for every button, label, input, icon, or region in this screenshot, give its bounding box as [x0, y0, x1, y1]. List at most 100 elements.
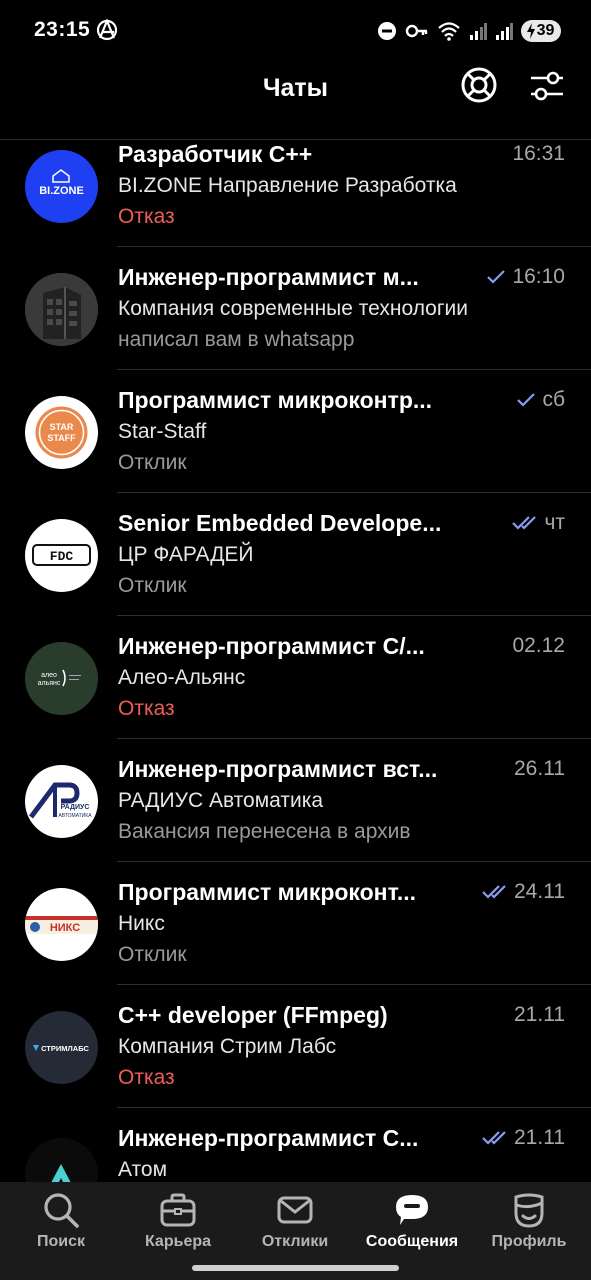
company-avatar [25, 1138, 98, 1182]
company-avatar: BI.ZONE [25, 150, 98, 223]
nav-search[interactable]: Поиск [2, 1182, 120, 1262]
chat-title: Инженер-программист С... [118, 1125, 419, 1151]
battery-indicator: 39 [521, 20, 561, 42]
chat-row[interactable]: НИКС Программист микроконт... 24.11 Никс… [0, 862, 591, 985]
nav-label: Отклики [261, 1233, 329, 1250]
chat-title: Senior Embedded Develope... [118, 510, 442, 536]
svg-text:альянс: альянс [38, 680, 61, 687]
key-icon [405, 24, 428, 38]
chat-company: BI.ZONE Направление Разработка [118, 174, 457, 197]
streamlabs-logo-icon: СТРИМЛАБС [33, 1044, 90, 1053]
status-icons: 39 [377, 18, 561, 44]
chat-meta: 16:10 [486, 262, 565, 292]
chat-list[interactable]: BI.ZONE Разработчик С++ 16:31 BI.ZONE На… [0, 141, 591, 1182]
chat-time: 24.11 [514, 880, 565, 903]
avatar-text: FDC [50, 549, 74, 564]
filter-sliders-icon[interactable] [527, 66, 567, 106]
chat-time: 21.11 [514, 1003, 565, 1026]
page-title: Чаты [262, 74, 329, 102]
company-avatar: алео альянс [25, 642, 98, 715]
chat-time: 21.11 [514, 1126, 565, 1149]
star-staff-logo-icon: STAR STAFF [35, 406, 88, 459]
company-avatar: FDC [25, 519, 98, 592]
svg-text:РАДИУС: РАДИУС [61, 804, 90, 811]
battery-level: 39 [536, 22, 555, 39]
chat-row[interactable]: FDC Senior Embedded Develope... чт ЦР ФА… [0, 493, 591, 616]
double-check-icon [482, 1131, 506, 1145]
chat-meta: 21.11 [482, 1123, 565, 1153]
chat-row[interactable]: BI.ZONE Разработчик С++ 16:31 BI.ZONE На… [0, 141, 591, 247]
building-logo-icon [25, 273, 98, 346]
signal-icon-1 [470, 23, 487, 40]
company-avatar: STAR STAFF [25, 396, 98, 469]
charging-icon [526, 23, 535, 39]
niks-logo-icon: НИКС [25, 916, 98, 934]
atom-logo-icon [51, 1164, 71, 1182]
svg-text:STAR: STAR [50, 422, 74, 432]
company-avatar: СТРИМЛАБС [25, 1011, 98, 1084]
svg-text:алео: алео [41, 672, 57, 679]
chat-title: C++ developer (FFmpeg) [118, 1002, 388, 1028]
nav-profile[interactable]: Профиль [470, 1182, 588, 1262]
chat-row[interactable]: алео альянс Инженер-программист С/... 02… [0, 616, 591, 739]
signal-icon-2 [496, 23, 513, 40]
support-lifebuoy-icon[interactable] [459, 65, 499, 105]
search-icon [44, 1193, 79, 1228]
chat-title: Инженер-программист м... [118, 264, 419, 290]
bizone-logo-icon: BI.ZONE [39, 169, 84, 197]
chat-time: 02.12 [512, 634, 565, 657]
chat-row[interactable]: РАДИУС АВТОМАТИКА Инженер-программист вс… [0, 739, 591, 862]
chat-bubble-icon [396, 1195, 428, 1225]
company-avatar [25, 273, 98, 346]
chat-company: Star-Staff [118, 420, 207, 443]
chat-title: Программист микроконтр... [118, 387, 433, 413]
chat-status: Отказ [118, 697, 175, 720]
anarchy-icon [96, 19, 118, 41]
chat-time: сб [542, 388, 565, 411]
chat-status: Отклик [118, 574, 187, 597]
chat-meta: 24.11 [482, 877, 565, 907]
home-indicator[interactable] [192, 1265, 399, 1271]
chat-row[interactable]: СТРИМЛАБС C++ developer (FFmpeg) 21.11 К… [0, 985, 591, 1108]
read-check-icon [487, 270, 506, 284]
double-check-icon [482, 885, 506, 899]
double-check-icon [512, 516, 537, 530]
chat-company: Компания Стрим Лабс [118, 1035, 337, 1058]
chat-status: Вакансия перенесена в архив [118, 820, 411, 843]
aleo-logo-icon: алео альянс [38, 669, 81, 687]
nav-career[interactable]: Карьера [119, 1182, 237, 1262]
nav-label: Поиск [36, 1233, 85, 1250]
nav-label: Сообщения [365, 1233, 459, 1250]
chat-time: 16:10 [512, 265, 565, 288]
chat-company: Компания современные технологии [118, 297, 468, 320]
chat-title: Инженер-программист вст... [118, 756, 438, 782]
chat-row[interactable]: Инженер-программист С... 21.11 Атом [0, 1108, 591, 1182]
chat-row[interactable]: Инженер-программист м... 16:10 Компания … [0, 247, 591, 370]
nav-responses[interactable]: Отклики [236, 1182, 354, 1262]
wifi-icon [438, 22, 460, 41]
company-avatar: РАДИУС АВТОМАТИКА [25, 765, 98, 838]
mail-icon [277, 1196, 313, 1224]
briefcase-icon [160, 1193, 196, 1227]
status-time: 23:15 [34, 18, 91, 41]
chat-status: Отказ [118, 205, 175, 228]
chat-status: Отклик [118, 451, 187, 474]
nav-messages[interactable]: Сообщения [353, 1182, 471, 1262]
nav-label: Профиль [491, 1233, 567, 1250]
radius-logo-icon: РАДИУС АВТОМАТИКА [29, 782, 92, 819]
dnd-icon [378, 22, 396, 40]
chat-time: 26.11 [514, 757, 565, 780]
chat-title: Инженер-программист С/... [118, 633, 425, 659]
profile-icon [514, 1193, 544, 1228]
chat-title: Разработчик С++ [118, 141, 313, 167]
chat-time: чт [544, 511, 565, 534]
fdc-logo-icon: FDC [32, 544, 91, 566]
status-bar: 23:15 39 [0, 0, 591, 60]
chat-title: Программист микроконт... [118, 879, 416, 905]
chat-time: 16:31 [512, 142, 565, 165]
avatar-text: СТРИМЛАБС [41, 1044, 89, 1053]
chat-status: Отклик [118, 943, 187, 966]
chat-company: Никс [118, 912, 165, 935]
chat-row[interactable]: STAR STAFF Программист микроконтр... сб … [0, 370, 591, 493]
chat-company: Атом [118, 1158, 168, 1181]
